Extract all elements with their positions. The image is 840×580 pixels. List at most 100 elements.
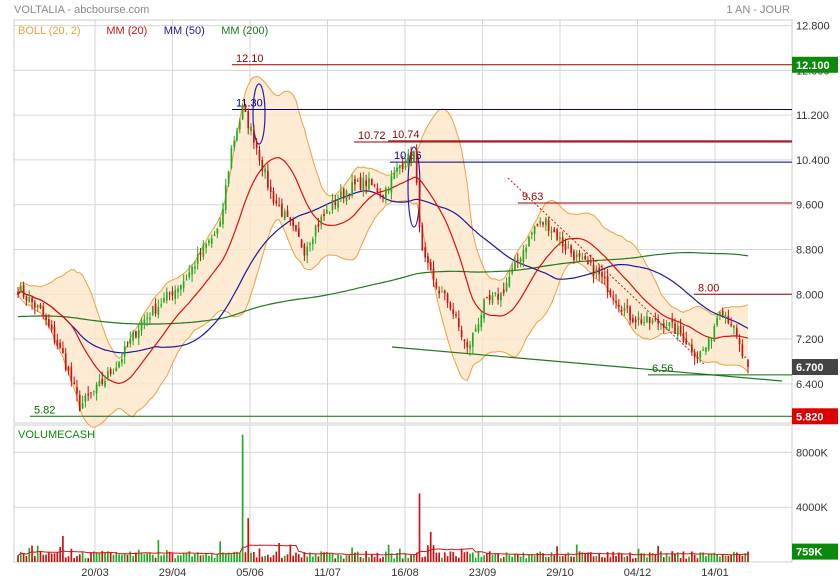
volume-bar (674, 553, 676, 562)
candle-body (297, 228, 300, 237)
candle-body (171, 291, 174, 296)
candle-body (387, 189, 390, 192)
volume-bar (123, 553, 126, 562)
candle-body (735, 327, 738, 336)
volume-bar (163, 554, 165, 562)
volume-bar (615, 556, 617, 562)
volume-bar (553, 555, 556, 562)
volume-bar (87, 558, 90, 562)
volume-bar (390, 553, 393, 562)
date-tick-label: 11/07 (314, 567, 341, 579)
volume-bar (202, 554, 205, 562)
candle-body (348, 193, 351, 195)
candle-body (497, 294, 499, 300)
volume-bar (137, 549, 140, 562)
candle-body (272, 191, 275, 203)
candle-body (261, 159, 264, 171)
level-price-box: 5.820 (796, 411, 824, 423)
volume-bar (292, 555, 294, 562)
volume-bar (295, 552, 297, 562)
volume-bar (455, 556, 457, 562)
candle-body (255, 141, 258, 149)
candle-body (269, 186, 272, 192)
level-label: 10.72 (358, 130, 386, 142)
volume-bar (45, 554, 47, 562)
volume-bar (441, 557, 443, 562)
candle-body (303, 244, 306, 256)
volume-bar (311, 556, 314, 562)
volume-bar (559, 556, 561, 562)
candle-body (238, 120, 241, 130)
candle-body (289, 217, 292, 222)
candle-body (665, 327, 668, 330)
volume-bar (126, 554, 129, 562)
candle-body (115, 367, 118, 372)
volume-bar (735, 552, 738, 562)
volume-bar (474, 557, 477, 562)
volume-bar (648, 552, 651, 562)
candle-body (233, 140, 236, 148)
volume-bar (213, 558, 216, 562)
price-tick-label: 8.000 (796, 289, 824, 301)
candle-body (668, 322, 671, 327)
candle-body (101, 378, 104, 384)
current-price-box: 6.700 (796, 362, 824, 374)
candle-body (19, 286, 22, 293)
volume-bar (151, 554, 154, 562)
period-label: 1 AN - JOUR (726, 4, 790, 16)
volume-bar (539, 551, 542, 562)
volume-bar (477, 551, 480, 562)
candle-body (404, 165, 407, 168)
volume-label: VOLUMECASH (18, 429, 95, 441)
candle-body (180, 284, 182, 290)
volume-bar (595, 555, 598, 562)
volume-bar (81, 552, 84, 562)
candle-body (283, 211, 286, 220)
volume-bar (146, 553, 148, 562)
candle-body (693, 351, 696, 358)
date-tick-label: 23/09 (469, 567, 497, 579)
volume-bar (570, 556, 572, 562)
volume-bar (370, 554, 373, 562)
candle-body (123, 346, 126, 357)
volume-bar (337, 554, 339, 562)
volume-bar (522, 552, 525, 562)
candle-body (264, 168, 266, 173)
candle-body (488, 295, 491, 301)
candle-body (730, 323, 732, 326)
volume-bar (592, 556, 595, 562)
candle-body (199, 252, 202, 255)
candle-body (90, 392, 92, 394)
candle-body (174, 289, 177, 299)
candle-body (716, 317, 718, 326)
candle-body (556, 229, 558, 241)
candle-body (247, 111, 250, 129)
candle-body (564, 244, 567, 250)
volume-bar (401, 558, 404, 562)
volume-bar (345, 555, 348, 562)
candle-body (244, 104, 247, 112)
candle-body (224, 185, 227, 210)
volume-tick-label: 4000K (796, 502, 828, 514)
candle-body (705, 347, 707, 352)
candle-body (151, 306, 154, 315)
volume-last-label: 759K (796, 547, 822, 559)
volume-bar (407, 557, 410, 562)
volume-bar (174, 558, 177, 562)
candle-body (528, 236, 530, 247)
volume-bar (34, 555, 36, 562)
candle-body (581, 257, 584, 259)
volume-bar (275, 551, 278, 562)
candle-body (747, 359, 749, 368)
candle-body (56, 339, 59, 347)
volume-bar (39, 551, 42, 562)
volume-bar (382, 556, 384, 562)
volume-tick-label: 8000K (796, 447, 828, 459)
volume-bar (191, 556, 193, 562)
candle-body (219, 221, 221, 227)
candle-body (511, 268, 513, 274)
candle-body (587, 260, 589, 265)
candle-body (129, 339, 132, 344)
candle-body (719, 311, 721, 316)
volume-bar (516, 553, 519, 562)
